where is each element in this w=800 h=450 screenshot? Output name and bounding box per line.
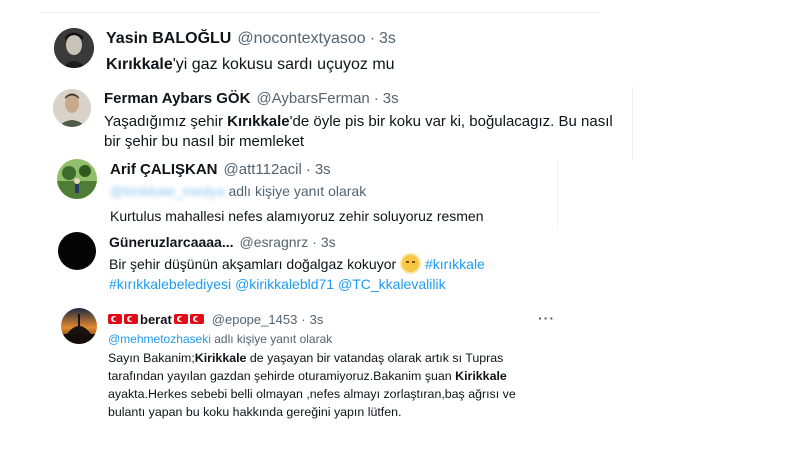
text-part: Yaşadığımız şehir [104, 113, 228, 130]
tweet-text-line-2: #kırıkkalebelediyesi @kirikkalebld71 @TC… [109, 274, 589, 294]
author-name[interactable]: Arif ÇALIŞKAN [110, 161, 218, 178]
avatar[interactable] [53, 89, 91, 127]
author-handle[interactable]: @esragnrz [240, 234, 309, 250]
author-name[interactable]: Ferman Aybars GÖK [104, 90, 250, 107]
turkey-flag-icon [108, 314, 122, 324]
avatar[interactable] [61, 308, 97, 344]
separator-dot: · [369, 30, 376, 47]
avatar-photo [54, 28, 94, 68]
separator-dot: · [301, 312, 306, 327]
timestamp[interactable]: 3s [315, 161, 331, 178]
tweet-header: Ferman Aybars GÖK @AybarsFerman · 3s [104, 90, 399, 107]
reply-suffix: adlı kişiye yanıt olarak [210, 332, 333, 346]
tweet-2[interactable]: Ferman Aybars GÖK @AybarsFerman · 3s Yaş… [0, 80, 800, 155]
tweet-text: Yaşadığımız şehir Kırıkkale'de öyle pis … [104, 112, 624, 152]
tweet-text: Kurtulus mahallesi nefes alamıyoruz zehi… [110, 208, 484, 224]
tweet-text-line-2: tarafından yayılan gazdan şehirde oturam… [108, 368, 568, 386]
author-handle[interactable]: @att112acil [224, 161, 302, 178]
avatar-photo [57, 159, 97, 199]
tweet-text: Kırıkkale'yi gaz kokusu sardı uçuyoz mu [106, 54, 395, 75]
reply-context: @mehmetozhaseki adlı kişiye yanıt olarak [108, 332, 332, 346]
tweet-text-line-1: Bir şehir düşünün akşamları doğalgaz kok… [109, 254, 589, 274]
avatar-photo [61, 308, 97, 344]
timestamp[interactable]: 3s [321, 234, 336, 250]
author-name[interactable]: Yasin BALOĞLU [106, 30, 231, 48]
tweet-5[interactable]: berat @epope_1453 · 3s ··· @mehmetozhase… [0, 300, 800, 450]
more-options-icon[interactable]: ··· [538, 310, 555, 326]
author-name[interactable]: berat [140, 312, 172, 327]
avatar[interactable] [54, 28, 94, 68]
reply-mention-link[interactable]: @mehmetozhaseki [108, 332, 211, 346]
reply-suffix: adlı kişiye yanıt olarak [224, 183, 367, 199]
bold-keyword: Kırıkkale [227, 113, 290, 130]
timestamp[interactable]: 3s [383, 90, 399, 107]
tweet-3[interactable]: Arif ÇALIŞKAN @att112acil · 3s @kirikkal… [0, 155, 800, 230]
avatar-photo [53, 89, 91, 127]
tweet-text-line-1: Yaşadığımız şehir Kırıkkale'de öyle pis … [104, 112, 624, 132]
hashtag-link[interactable]: #kırıkkale [425, 256, 485, 272]
tweet-header: Güneruzlarcaaaa... @esragnrz · 3s [109, 234, 336, 250]
turkey-flag-icon [173, 314, 188, 324]
mention-link[interactable]: @TC_kkalevalilik [338, 276, 446, 292]
tweet-header: Arif ÇALIŞKAN @att112acil · 3s [110, 161, 331, 178]
tweet-header: Yasin BALOĞLU @nocontextyasoo · 3s [106, 30, 396, 48]
tweet-text-line-3: ayakta.Herkes sebebi belli olmayan ,nefe… [108, 386, 516, 401]
text-part: de yaşayan bir vatandaş olarak artık sı … [246, 351, 504, 365]
separator-dot: · [305, 161, 311, 178]
dizzy-face-emoji-icon [402, 255, 420, 272]
turkey-flag-icon [124, 314, 138, 324]
avatar[interactable] [57, 159, 97, 199]
reply-mention-link[interactable]: @kirikkale_medya [110, 183, 225, 199]
reply-context: @kirikkale_medya adlı kişiye yanıt olara… [110, 183, 366, 199]
tweet-1[interactable]: Yasin BALOĞLU @nocontextyasoo · 3s Kırık… [0, 0, 800, 80]
separator-dot: · [312, 234, 317, 250]
mention-link[interactable]: @kirikkalebld71 [235, 276, 334, 292]
bold-keyword: Kirikkale [194, 351, 247, 365]
bold-keyword: Kırıkkale [106, 56, 173, 73]
author-handle[interactable]: @nocontextyasoo [237, 30, 365, 48]
tweet-text: Sayın Bakanim;Kirikkale de yaşayan bir v… [108, 350, 568, 422]
author-name[interactable]: Güneruzlarcaaaa... [109, 234, 234, 250]
tweet-text-line-2: bir şehir bu nasıl bir memleket [104, 132, 305, 150]
text-part: tarafından yayılan gazdan şehirde oturam… [108, 368, 456, 383]
tweet-4[interactable]: Güneruzlarcaaaa... @esragnrz · 3s Bir şe… [0, 230, 800, 300]
text-part: Sayın Bakanim; [108, 351, 195, 365]
separator-dot: · [373, 90, 379, 107]
bold-keyword: Kirikkale [455, 368, 507, 383]
author-handle[interactable]: @AybarsFerman [256, 90, 369, 107]
avatar[interactable] [58, 232, 96, 270]
tweet-text-line-4: bulantı yapan bu koku hakkında gereğini … [108, 404, 402, 419]
author-handle[interactable]: @epope_1453 [212, 312, 298, 327]
timestamp[interactable]: 3s [379, 30, 396, 48]
hashtag-link[interactable]: #kırıkkalebelediyesi [109, 276, 231, 292]
tweet-text-line-1: Sayın Bakanim;Kirikkale de yaşayan bir v… [108, 350, 568, 368]
tweet-text: Bir şehir düşünün akşamları doğalgaz kok… [109, 254, 589, 295]
text-part: 'de öyle pis bir koku var ki, boğulacagı… [289, 113, 613, 130]
timestamp[interactable]: 3s [310, 312, 324, 327]
turkey-flag-icon [189, 314, 204, 324]
text-part: Bir şehir düşünün akşamları doğalgaz kok… [109, 256, 401, 272]
tweet-header: berat @epope_1453 · 3s [108, 312, 323, 327]
tweet-text-rest: 'yi gaz kokusu sardı uçuyoz mu [172, 56, 395, 73]
